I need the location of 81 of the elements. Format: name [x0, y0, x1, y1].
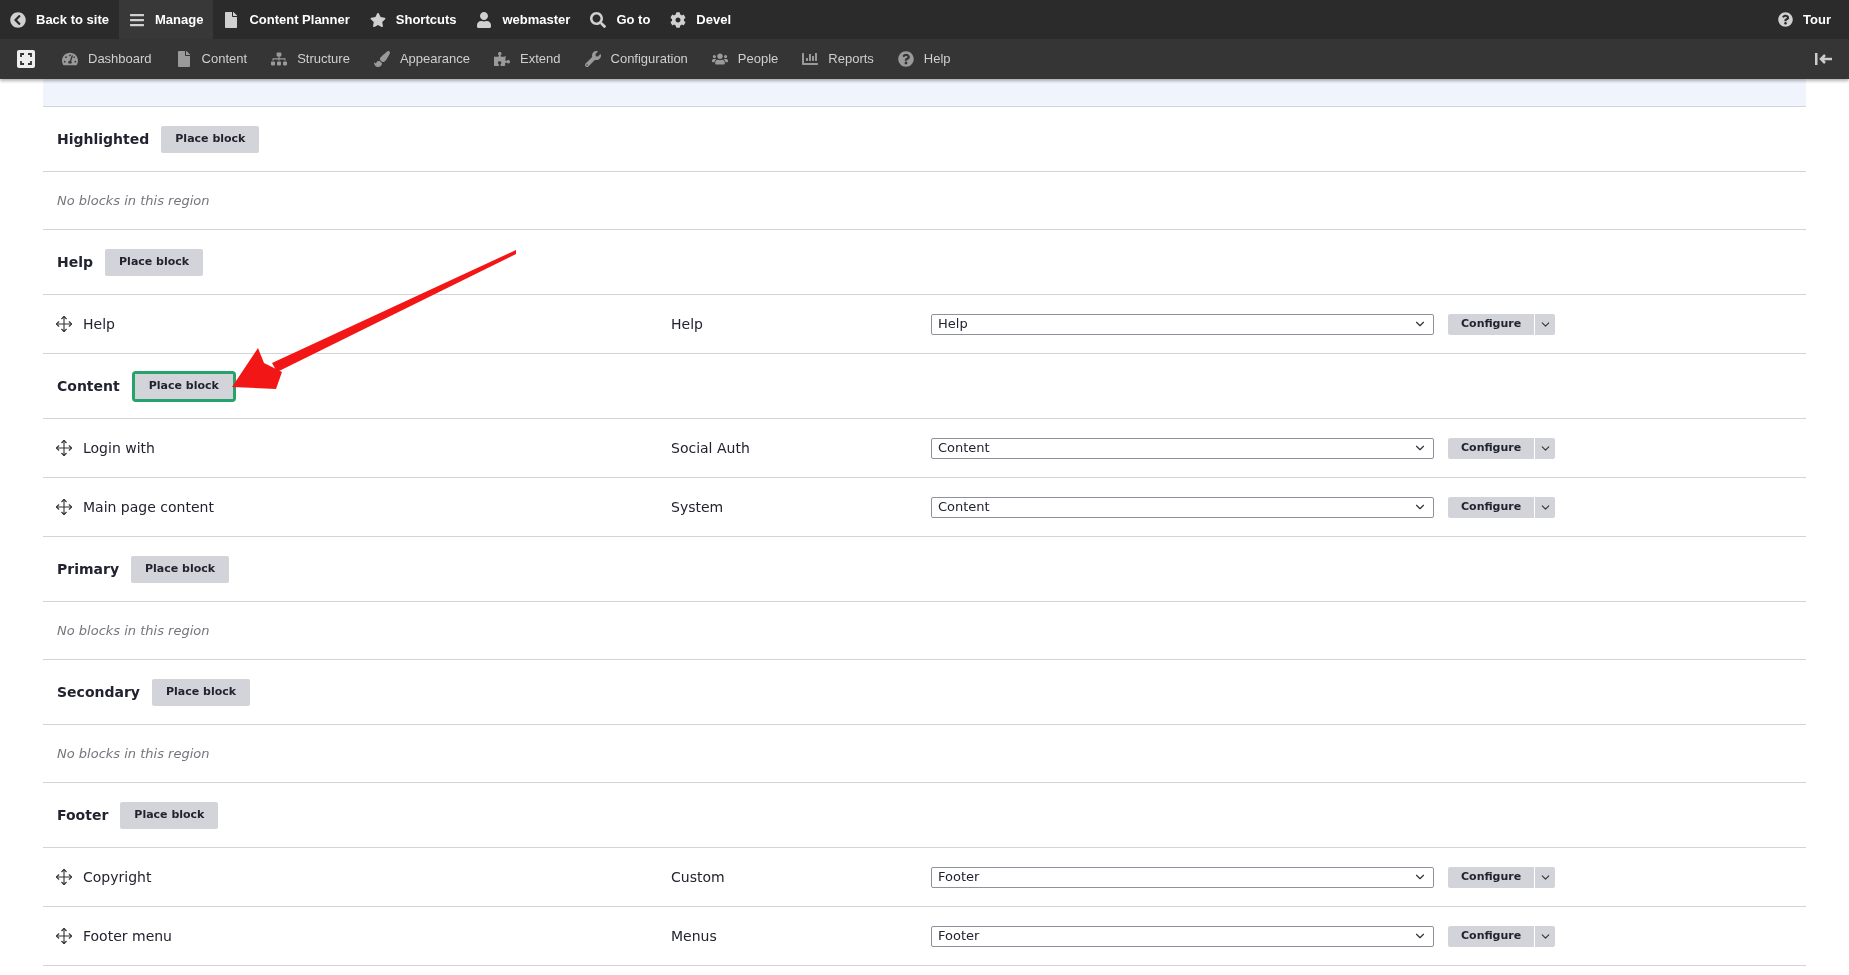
bar-chart-icon: [802, 51, 819, 67]
block-category: Menus: [671, 926, 718, 946]
admin-menu-item[interactable]: People: [701, 49, 789, 69]
configure-button[interactable]: Configure: [1448, 925, 1536, 947]
configure-button[interactable]: Configure: [1448, 866, 1536, 888]
toolbar-tab[interactable]: Back to site: [0, 0, 119, 39]
brush-icon: [373, 51, 390, 67]
help-icon: [897, 51, 914, 67]
admin-menu-item[interactable]: Reports: [792, 49, 884, 69]
admin-menu-item[interactable]: Dashboard: [52, 49, 162, 69]
region-select[interactable]: Content: [931, 496, 1434, 518]
configure-button[interactable]: Configure: [1448, 437, 1536, 459]
gauge-icon: [62, 51, 78, 67]
menu-icon: [129, 11, 145, 28]
block-category: Help: [671, 314, 704, 334]
document-icon: [175, 51, 192, 67]
collapse-icon[interactable]: [1815, 52, 1833, 66]
block-title: Footer menu: [83, 926, 172, 946]
dropdown-toggle[interactable]: [1535, 925, 1556, 947]
place-block-button[interactable]: Place block: [131, 370, 236, 402]
wrench-icon: [584, 51, 601, 67]
region-select[interactable]: Footer: [931, 866, 1434, 888]
configure-button[interactable]: Configure: [1448, 496, 1536, 518]
toolbar-tab[interactable]: Manage: [119, 0, 214, 39]
toolbar-tab[interactable]: webmaster: [466, 0, 581, 39]
users-icon: [711, 51, 728, 67]
region-title: Content: [57, 376, 120, 396]
dropdown-toggle[interactable]: [1535, 866, 1556, 888]
place-block-button[interactable]: Place block: [105, 248, 204, 276]
region-select[interactable]: Content: [931, 437, 1434, 459]
dropdown-toggle[interactable]: [1535, 313, 1556, 335]
fullscreen-icon[interactable]: [17, 50, 35, 68]
block-title: Copyright: [83, 867, 152, 887]
admin-menu-item[interactable]: Appearance: [363, 49, 481, 69]
region-select[interactable]: Help: [931, 313, 1434, 335]
empty-region-message: No blocks in this region: [57, 744, 210, 763]
user-icon: [476, 11, 493, 28]
region-title: Primary: [57, 559, 120, 579]
admin-menu-item[interactable]: Extend: [484, 49, 571, 69]
toolbar-tab[interactable]: Content Planner: [213, 0, 360, 39]
help-icon: [1778, 12, 1794, 27]
drag-handle-icon[interactable]: [55, 927, 73, 945]
place-block-button[interactable]: Place block: [131, 555, 230, 583]
block-title: Main page content: [83, 497, 214, 517]
admin-menu-item[interactable]: Help: [887, 49, 961, 69]
drag-handle-icon[interactable]: [55, 315, 73, 333]
settings-icon: [670, 11, 687, 28]
place-block-button[interactable]: Place block: [151, 678, 251, 706]
document-icon: [223, 11, 240, 28]
back-icon: [10, 11, 26, 28]
block-category: Custom: [671, 867, 726, 887]
toolbar-tab[interactable]: Shortcuts: [359, 0, 467, 39]
hierarchy-icon: [271, 51, 288, 67]
admin-menu-item[interactable]: Configuration: [574, 49, 698, 69]
toolbar-tab[interactable]: Devel: [660, 0, 742, 39]
place-block-button[interactable]: Place block: [161, 125, 260, 153]
admin-menu-item[interactable]: Content: [165, 49, 258, 69]
puzzle-icon: [494, 51, 511, 67]
drag-handle-icon[interactable]: [55, 439, 73, 457]
block-category: Social Auth: [671, 438, 751, 458]
star-icon: [369, 11, 386, 28]
admin-menu-item[interactable]: Structure: [261, 49, 360, 69]
region-title: Secondary: [57, 682, 140, 702]
region-title: Footer: [57, 805, 109, 825]
tour-button[interactable]: Tour: [1778, 0, 1849, 39]
dropdown-toggle[interactable]: [1535, 437, 1556, 459]
search-icon: [590, 11, 607, 28]
region-select[interactable]: Footer: [931, 925, 1434, 947]
region-title: Help: [57, 252, 94, 272]
block-title: Login with: [83, 438, 155, 458]
drag-handle-icon[interactable]: [55, 498, 73, 516]
region-title: Highlighted: [57, 129, 150, 149]
dropdown-toggle[interactable]: [1535, 496, 1556, 518]
empty-region-message: No blocks in this region: [57, 621, 210, 640]
drag-handle-icon[interactable]: [55, 868, 73, 886]
empty-region-message: No blocks in this region: [57, 191, 210, 210]
block-title: Help: [83, 314, 115, 334]
toolbar-tab[interactable]: Go to: [580, 0, 661, 39]
place-block-button[interactable]: Place block: [120, 801, 219, 829]
configure-button[interactable]: Configure: [1448, 313, 1536, 335]
block-category: System: [671, 497, 725, 517]
